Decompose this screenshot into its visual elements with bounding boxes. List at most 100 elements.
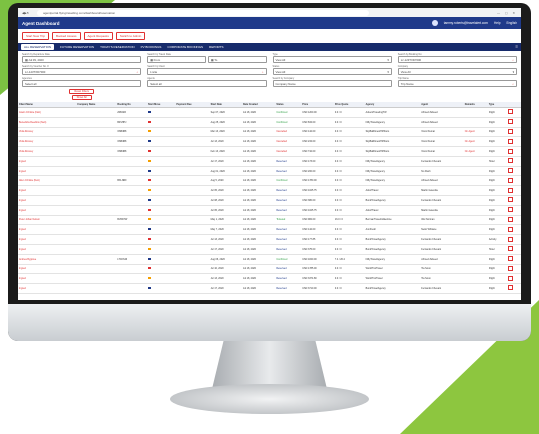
table-row[interactable]: Ingred Jul 05, 2020 Jul 18, 2020 Reserved US… — [18, 185, 521, 197]
address-bar[interactable]: agentportal.flyingtravelling.com/dashboa… — [37, 9, 370, 16]
switch-to-admin-button[interactable]: Switch to Admin — [115, 32, 146, 40]
table-cell[interactable]: Peter Johan Nelson — [18, 215, 77, 226]
tab-corporate-bookings[interactable]: CORPORATE BOOKINGS — [167, 45, 203, 49]
edit-icon[interactable] — [507, 275, 513, 281]
table-cell[interactable]: Ingred — [18, 273, 77, 285]
table-cell[interactable]: Allen Christie (Nett) — [18, 175, 77, 187]
table-cell — [175, 175, 210, 187]
table-row[interactable]: Ingred Jul 17, 2020 Jul 18, 2020 Reserved US… — [18, 283, 521, 294]
table-cell[interactable]: Aswin Christie (Nett) — [18, 107, 77, 118]
table-cell[interactable]: Benedicta Reedlow (Nett) — [18, 117, 77, 128]
agents-select[interactable]: Select all — [147, 80, 267, 87]
edit-icon[interactable] — [507, 285, 513, 291]
table-cell[interactable]: Ingred — [18, 156, 77, 167]
edit-icon[interactable] — [507, 158, 513, 164]
table-row[interactable]: Ingred Jul 17, 2020 Jul 18, 2020 Reserved US… — [18, 156, 521, 167]
table-cell: Flight — [487, 254, 507, 265]
tab-todays-reservation[interactable]: TODAY'S RESERVATION — [100, 45, 134, 49]
hamburger-menu-icon[interactable]: ☰ — [515, 45, 518, 49]
agencies-select[interactable]: Select all — [22, 80, 142, 87]
booked-assess-button[interactable]: Booked Assess — [52, 32, 81, 40]
table-row[interactable]: Viola Rooney O6B4B8 Jul 13, 2020 Jul 18, 20… — [18, 136, 521, 148]
edit-icon[interactable] — [507, 128, 513, 134]
tab-all-reservation[interactable]: ALL RESERVATION — [21, 44, 55, 50]
tab-reports[interactable]: REPORTS — [209, 45, 223, 49]
search-icon[interactable]: ⌕ — [262, 70, 264, 74]
table-cell[interactable]: Ingred — [18, 185, 77, 197]
edit-icon[interactable] — [507, 168, 513, 174]
edit-icon[interactable] — [507, 148, 513, 154]
table-cell[interactable]: Viola Rooney — [18, 146, 77, 157]
table-cell[interactable]: Viola Rooney — [18, 127, 77, 138]
company-select[interactable]: View All ▾ — [397, 68, 517, 75]
status-select[interactable]: View All ▾ — [272, 68, 392, 75]
refresh-icon[interactable]: ↻ — [27, 11, 30, 15]
trip-name-input[interactable]: Trip Name ⌕ — [397, 80, 517, 87]
edit-icon[interactable] — [507, 265, 513, 271]
search-icon[interactable]: ⌕ — [512, 58, 514, 62]
table-cell[interactable]: Ingred — [18, 205, 77, 216]
edit-icon[interactable] — [507, 256, 513, 262]
reset-filters-button[interactable]: Reset Filters — [69, 89, 94, 94]
client-input[interactable]: L'arte ⌕ — [147, 68, 267, 75]
table-row[interactable]: Ingred Jul 05, 2020 Jul 18, 2020 Reserved US… — [18, 205, 521, 216]
table-cell[interactable]: Viola Rooney — [18, 136, 77, 148]
table-row[interactable]: Ingred May 7, 2020 Jul 18, 2020 Reserved USD… — [18, 224, 521, 236]
table-row[interactable]: Ingred Jul 13, 2020 Jul 18, 2020 Reserved US… — [18, 273, 521, 285]
table-cell[interactable]: Ingred — [18, 244, 77, 255]
table-cell[interactable]: Ingred — [18, 195, 77, 206]
table-row[interactable]: Ingred Aug 01, 2020 Jul 18, 2020 Reserved US… — [18, 166, 521, 177]
table-cell[interactable]: Ingred — [18, 264, 77, 275]
edit-icon[interactable] — [507, 109, 513, 115]
travel-date-to-input[interactable]: ▦ To — [207, 56, 267, 63]
edit-icon[interactable] — [507, 119, 513, 125]
departure-date-input[interactable]: ▦ Jul 09, 2020 — [22, 56, 142, 63]
edit-icon[interactable] — [507, 236, 513, 242]
table-row[interactable]: Viola Rooney O6B4B8 Mar 13, 2020 Jul 18, 20… — [18, 127, 521, 138]
table-row[interactable]: Ingred Jul 10, 2020 Jul 18, 2020 Reserved US… — [18, 264, 521, 275]
table-row[interactable]: Ingred Jul 13, 2020 Jul 18, 2020 Reserved US… — [18, 234, 521, 245]
edit-icon[interactable] — [507, 197, 513, 203]
type-select[interactable]: View All ▾ — [272, 56, 392, 63]
table-row[interactable]: Allen Christie (Nett) BXLNRF Aug 5, 2020 Ju… — [18, 175, 521, 187]
table-row[interactable]: Ingred Jul 08, 2020 Jul 18, 2020 Reserved US… — [18, 195, 521, 206]
tab-pv-bookings[interactable]: PV BOOKINGS — [141, 45, 162, 49]
table-row[interactable]: Andrea Bygrave LTCF646 Aug 06, 2020 Jul 18,… — [18, 254, 521, 265]
table-cell[interactable]: Andrea Bygrave — [18, 254, 77, 265]
edit-icon[interactable] — [507, 216, 513, 222]
search-icon[interactable]: ⌕ — [137, 70, 139, 74]
table-row[interactable]: Peter Johan Nelson BU5D7W May 1, 2020 Jul 1… — [18, 215, 521, 226]
table-cell[interactable]: Ingred — [18, 234, 77, 245]
table-row[interactable]: Ingred Jul 17, 2020 Jul 18, 2020 Reserved US… — [18, 244, 521, 255]
help-link[interactable]: Help — [494, 21, 501, 25]
edit-icon[interactable] — [507, 246, 513, 252]
window-controls[interactable]: — ▢ ✕ — [497, 11, 517, 15]
table-row[interactable]: Viola Rooney O6B4B8 Feb 13, 2020 Jul 18, 20… — [18, 146, 521, 157]
table-cell[interactable]: Ingred — [18, 166, 77, 177]
table-row[interactable]: Benedicta Reedlow (Nett) B4SHPJ Aug 25, 20… — [18, 117, 521, 128]
show-all-button[interactable]: Show All — [71, 95, 92, 100]
start-new-trip-button[interactable]: Start New Trip — [22, 32, 50, 40]
tab-future-reservation[interactable]: FUTURE RESERVATION — [60, 45, 94, 49]
user-email[interactable]: tammy.roberts@travelalert.com — [444, 21, 488, 25]
travel-date-from-input[interactable]: ▦ From — [147, 56, 206, 63]
booking-no-input[interactable]: Lz-123TXD7000 ⌕ — [397, 56, 517, 63]
avatar[interactable] — [431, 20, 438, 26]
language-selector[interactable]: English — [507, 21, 517, 25]
table-cell — [463, 107, 488, 118]
edit-icon[interactable] — [507, 138, 513, 144]
table-cell: Jul 18, 2020 — [241, 205, 276, 216]
edit-icon[interactable] — [507, 226, 513, 232]
voucher-no-input[interactable]: Lz-123TXD7000 ⌕ — [22, 68, 142, 75]
search-icon[interactable]: ⌕ — [512, 82, 514, 86]
table-cell[interactable]: Ingred — [18, 224, 77, 236]
agent-requests-button[interactable]: Agent Requests — [83, 32, 113, 40]
table-row[interactable]: Aswin Christie (Nett) Z4BJ2R Sep 07, 2020 J… — [18, 107, 521, 118]
company-search-input[interactable]: Company Name — [272, 80, 392, 87]
table-cell[interactable]: Ingred — [18, 283, 77, 294]
table-cell — [116, 166, 148, 177]
edit-icon[interactable] — [507, 177, 513, 183]
edit-icon[interactable] — [507, 207, 513, 213]
edit-icon[interactable] — [507, 187, 513, 193]
row-actions — [506, 224, 521, 236]
